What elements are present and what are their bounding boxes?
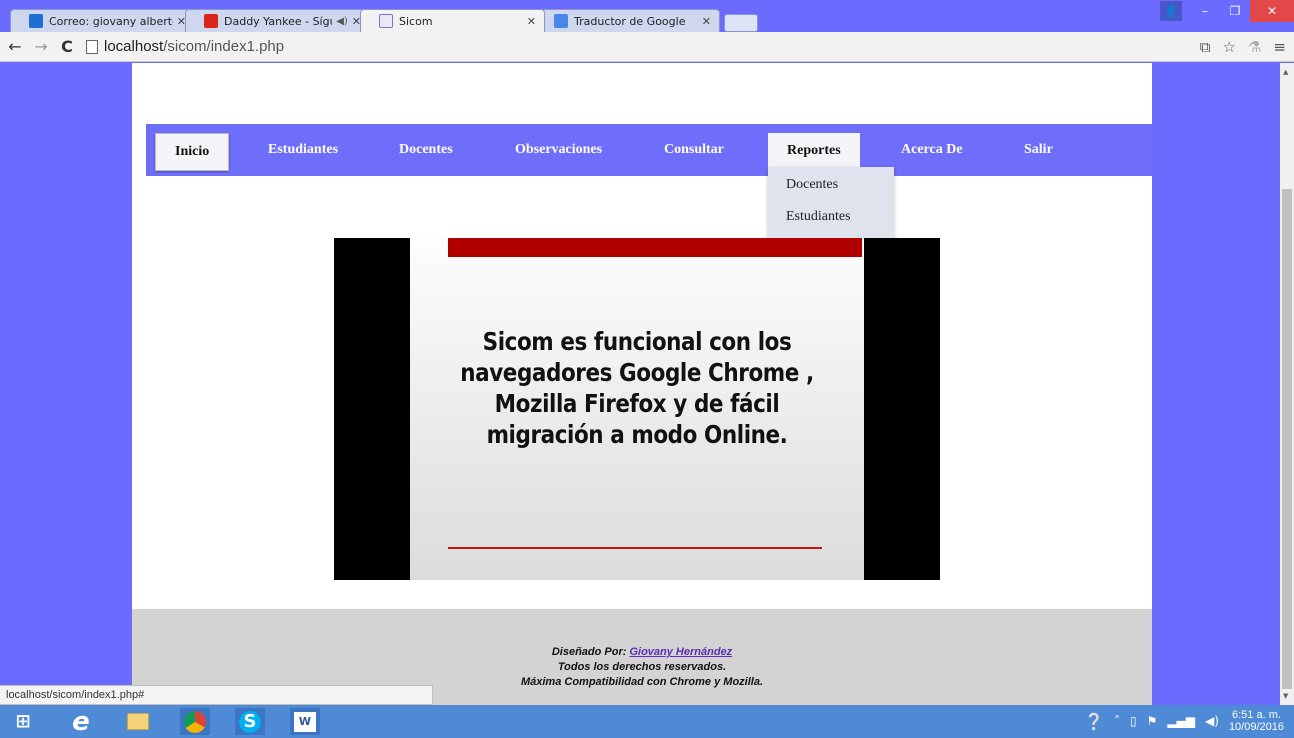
content-container: Inicio Estudiantes Docentes Observacione… (132, 63, 1153, 705)
toolbar-actions: ⧉ ☆ ⚗ ≡ (1200, 38, 1286, 56)
scroll-down-icon[interactable]: ▼ (1283, 692, 1288, 700)
close-window-button[interactable]: ✕ (1250, 0, 1294, 22)
slide-line: Sicom es funcional con los (482, 327, 792, 356)
slide-red-bar (448, 238, 862, 257)
dropdown-item-estudiantes[interactable]: Estudiantes (768, 199, 894, 231)
close-icon[interactable]: ✕ (527, 15, 536, 28)
tab-title: Traductor de Google (574, 14, 686, 28)
speaker-icon[interactable]: ◀) (336, 16, 348, 27)
clock[interactable]: 6:51 a. m. 10/09/2016 (1229, 709, 1284, 733)
slide-red-line (448, 547, 822, 549)
help-icon[interactable]: ❔ (1084, 712, 1104, 731)
translate-icon (554, 14, 568, 28)
bookmark-star-icon[interactable]: ☆ (1223, 38, 1236, 56)
menu-item-observaciones[interactable]: Observaciones (515, 142, 602, 158)
device-icon[interactable]: ▯ (1130, 714, 1137, 728)
menu-item-acerca-de[interactable]: Acerca De (901, 142, 963, 158)
window-controls: 👤 – ❐ ✕ (1160, 0, 1294, 22)
tab-correo[interactable]: Correo: giovany alberto h ✕ (10, 9, 195, 32)
tab-sicom[interactable]: Sicom ✕ (360, 9, 545, 32)
tab-title: Daddy Yankee - Sígue (224, 14, 333, 28)
back-button[interactable]: ← (4, 37, 26, 56)
reload-button[interactable]: C (56, 37, 78, 56)
internet-explorer-icon[interactable]: e (66, 707, 96, 737)
tab-translate[interactable]: Traductor de Google ✕ (535, 9, 720, 32)
tab-title: Correo: giovany alberto h (49, 14, 173, 28)
clock-time: 6:51 a. m. (1232, 709, 1281, 721)
designed-by-label: Diseñado Por: (551, 646, 627, 658)
scrollbar-thumb[interactable] (1282, 189, 1292, 689)
system-tray: ❔ ˄ ▯ ⚑ ▂▄▆ ◀) 6:51 a. m. 10/09/2016 (1084, 709, 1284, 733)
vertical-scrollbar[interactable]: ▲ ▼ (1280, 63, 1294, 705)
show-hidden-icons[interactable]: ˄ (1114, 714, 1120, 728)
windows-start-icon[interactable]: ⊞ (8, 708, 38, 735)
menu-item-reportes[interactable]: Reportes (768, 133, 860, 169)
menu-icon[interactable]: ≡ (1273, 38, 1286, 56)
footer-credit: Diseñado Por: Giovany Hernández (132, 645, 1152, 660)
youtube-icon (204, 14, 218, 28)
user-icon[interactable]: 👤 (1160, 1, 1182, 21)
menu-item-inicio[interactable]: Inicio (155, 133, 230, 171)
translate-icon[interactable]: ⧉ (1200, 38, 1211, 56)
banner-slide: Sicom es funcional con los navegadores G… (334, 238, 940, 580)
address-bar[interactable]: localhost/sicom/index1.php (86, 36, 1236, 58)
clock-date: 10/09/2016 (1228, 721, 1284, 733)
slide-line: migración a modo Online. (486, 420, 788, 449)
slide-line: navegadores Google Chrome , (460, 358, 814, 387)
extension-icon[interactable]: ⚗ (1248, 38, 1261, 56)
tab-strip: Correo: giovany alberto h ✕ Daddy Yankee… (10, 9, 758, 32)
minimize-button[interactable]: – (1190, 0, 1220, 22)
scroll-up-icon[interactable]: ▲ (1283, 68, 1288, 76)
tab-youtube[interactable]: Daddy Yankee - Sígue ◀) ✕ (185, 9, 370, 32)
menu-item-docentes[interactable]: Docentes (399, 142, 453, 158)
slide-message: Sicom es funcional con los navegadores G… (442, 326, 832, 450)
url-host: localhost (104, 38, 164, 55)
footer-rights: Todos los derechos reservados. (557, 661, 727, 673)
browser-toolbar: ← → C localhost/sicom/index1.php ⧉ ☆ ⚗ ≡ (0, 32, 1294, 62)
menu-item-salir[interactable]: Salir (1024, 142, 1053, 158)
page-icon (86, 39, 98, 54)
chrome-icon[interactable] (180, 708, 210, 735)
slide-panel: Sicom es funcional con los navegadores G… (410, 238, 864, 580)
menu-item-consultar[interactable]: Consultar (664, 142, 724, 158)
tab-title: Sicom (399, 14, 433, 28)
slide-line: Mozilla Firefox y de fácil (494, 389, 780, 418)
menu-item-estudiantes[interactable]: Estudiantes (268, 142, 338, 158)
main-menu: Inicio Estudiantes Docentes Observacione… (146, 124, 1153, 176)
taskbar: ⊞ e S W ❔ ˄ ▯ ⚑ ▂▄▆ ◀) 6:51 a. m. 10/09/… (0, 705, 1294, 738)
volume-icon[interactable]: ◀) (1205, 714, 1219, 728)
maximize-button[interactable]: ❐ (1220, 0, 1250, 22)
dropdown-item-docentes[interactable]: Docentes (768, 167, 894, 199)
new-tab-button[interactable] (724, 14, 758, 32)
url-path: /sicom/index1.php (163, 38, 285, 55)
signal-icon[interactable]: ▂▄▆ (1167, 714, 1195, 728)
footer-text: Diseñado Por: Giovany Hernández Todos lo… (132, 645, 1152, 690)
designer-link[interactable]: Giovany Hernández (629, 646, 732, 658)
status-bar: localhost/sicom/index1.php# (0, 685, 433, 705)
title-bar: Correo: giovany alberto h ✕ Daddy Yankee… (0, 0, 1294, 32)
page-icon (379, 14, 393, 28)
flag-icon[interactable]: ⚑ (1147, 714, 1158, 728)
forward-button[interactable]: → (30, 37, 52, 56)
outlook-icon (29, 14, 43, 28)
close-icon[interactable]: ✕ (702, 15, 711, 28)
page-viewport: Inicio Estudiantes Docentes Observacione… (0, 63, 1294, 705)
file-explorer-icon[interactable] (123, 708, 153, 735)
word-icon[interactable]: W (290, 708, 320, 735)
skype-icon[interactable]: S (235, 708, 265, 735)
